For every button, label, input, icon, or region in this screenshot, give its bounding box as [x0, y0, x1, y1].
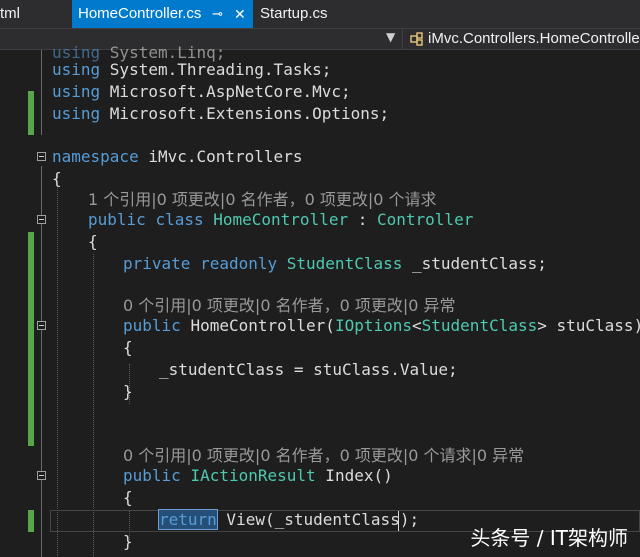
- chevron-down-icon[interactable]: ▼: [386, 30, 395, 44]
- brace: }: [123, 532, 133, 551]
- tab-startup[interactable]: Startup.cs: [260, 0, 380, 28]
- tab-razor-file[interactable]: tml: [0, 0, 68, 28]
- code-line: public HomeController(IOptions<StudentCl…: [123, 315, 640, 337]
- text-caret: [398, 511, 399, 531]
- changed-lines-marker: [28, 232, 34, 446]
- tab-label: tml: [0, 5, 20, 22]
- code-line: }: [123, 531, 133, 553]
- outline-guide: [41, 50, 42, 135]
- brace: {: [88, 232, 98, 251]
- code-text: System.Threading.Tasks;: [109, 60, 332, 79]
- divider: [402, 29, 403, 49]
- keyword: class: [155, 210, 214, 229]
- keyword: private: [123, 254, 201, 273]
- keyword: public: [88, 210, 156, 229]
- brace: }: [123, 382, 133, 401]
- collapse-method-icon[interactable]: [37, 471, 46, 480]
- member-dropdown[interactable]: iMvc.Controllers.HomeControlle: [428, 29, 640, 49]
- keyword: public: [123, 316, 191, 335]
- code-line: return View(_studentClass);: [158, 509, 420, 531]
- code-line: public IActionResult Index(): [123, 465, 393, 487]
- code-text: Microsoft.AspNetCore.Mvc;: [109, 82, 351, 101]
- code-line: }: [123, 381, 133, 403]
- codelens-references[interactable]: 1 个引用|0 项更改|0 名作者，0 项更改|0 个请求: [88, 189, 437, 211]
- code-line: public class HomeController : Controller: [88, 209, 473, 231]
- type-name: StudentClass: [286, 254, 403, 273]
- code-text: iMvc.Controllers: [148, 147, 303, 166]
- keyword: using: [52, 104, 110, 123]
- code-editor[interactable]: using System.Linq; using System.Threadin…: [0, 43, 640, 557]
- code-line: {: [123, 337, 133, 359]
- code-line: {: [52, 168, 62, 190]
- changed-lines-marker: [28, 91, 34, 135]
- code-line: _studentClass = stuClass.Value;: [159, 359, 458, 381]
- outline-guide: [41, 166, 42, 557]
- brace: {: [123, 338, 133, 357]
- collapse-class-icon[interactable]: [37, 215, 46, 224]
- type-name: IOptions: [334, 316, 412, 335]
- code-line: using Microsoft.Extensions.Options;: [52, 103, 389, 125]
- code-line: private readonly StudentClass _studentCl…: [123, 253, 547, 275]
- code-text: View(_studentClass);: [216, 510, 420, 529]
- code-text: _studentClass;: [402, 254, 547, 273]
- type-name: HomeController: [213, 210, 349, 229]
- code-text: HomeController(: [190, 316, 335, 335]
- indent-guide: [57, 188, 58, 557]
- keyword: using: [52, 60, 110, 79]
- code-text: <: [412, 316, 422, 335]
- type-name: IActionResult: [190, 466, 316, 485]
- brace: {: [123, 488, 133, 507]
- type-name: StudentClass: [421, 316, 538, 335]
- code-text: :: [348, 210, 377, 229]
- keyword: public: [123, 466, 191, 485]
- selected-keyword[interactable]: return: [158, 509, 218, 530]
- codelens-references[interactable]: 0 个引用|0 项更改|0 名作者，0 项更改|0 个请求|0 异常: [123, 445, 524, 467]
- code-text: _studentClass = stuClass.Value;: [159, 360, 458, 379]
- keyword: readonly: [200, 254, 287, 273]
- class-icon: [410, 32, 423, 46]
- tab-bar: tml HomeController.cs ⊸ ✕ Startup.cs: [0, 0, 640, 28]
- brace: {: [52, 169, 62, 188]
- code-line: using Microsoft.AspNetCore.Mvc;: [52, 81, 351, 103]
- pin-icon[interactable]: ⊸: [212, 0, 223, 28]
- changed-lines-marker: [28, 510, 34, 532]
- code-line: {: [123, 487, 133, 509]
- type-name: Controller: [377, 210, 474, 229]
- code-text: Index(): [315, 466, 393, 485]
- code-line: using System.Threading.Tasks;: [52, 59, 331, 81]
- watermark: 头条号 / IT架构师: [470, 526, 628, 550]
- code-text: > stuClass): [537, 316, 640, 335]
- tab-homecontroller[interactable]: HomeController.cs ⊸ ✕: [72, 0, 253, 28]
- keyword: namespace: [52, 147, 149, 166]
- collapse-namespace-icon[interactable]: [37, 152, 46, 161]
- tab-label: Startup.cs: [260, 5, 328, 22]
- tab-label: HomeController.cs: [78, 5, 202, 22]
- close-icon[interactable]: ✕: [234, 0, 246, 28]
- keyword: using: [52, 82, 110, 101]
- collapse-constructor-icon[interactable]: [37, 321, 46, 330]
- code-line: {: [88, 231, 98, 253]
- code-line: namespace iMvc.Controllers: [52, 146, 302, 168]
- code-text: Microsoft.Extensions.Options;: [109, 104, 390, 123]
- codelens-references[interactable]: 0 个引用|0 项更改|0 名作者，0 项更改|0 异常: [123, 295, 456, 317]
